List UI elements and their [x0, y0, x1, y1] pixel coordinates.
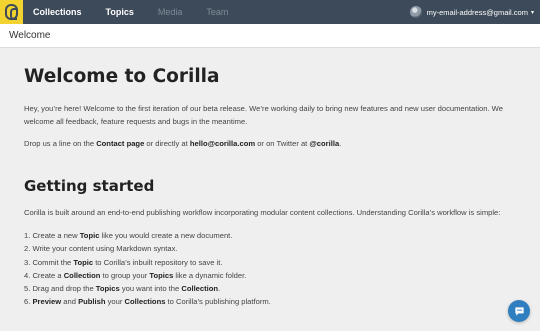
account-email: my-email-address@gmail.com: [426, 7, 528, 17]
list-item: 3. Commit the Topic to Corilla’s inbuilt…: [24, 257, 223, 267]
nav-item-media[interactable]: Media: [158, 7, 183, 17]
chat-button[interactable]: [508, 300, 530, 322]
avatar: [409, 6, 422, 18]
page-header: Welcome: [0, 24, 540, 48]
workflow-intro: Corilla is built around an end-to-end pu…: [24, 208, 501, 217]
main-nav: Collections Topics Media Team: [33, 0, 252, 24]
workflow-steps: 1. Create a new Topic like you would cre…: [24, 229, 524, 309]
list-item: 4. Create a Collection to group your Top…: [24, 270, 247, 280]
list-item: 5. Drag and drop the Topics you want int…: [24, 284, 221, 294]
intro-paragraph: Hey, you’re here! Welcome to the first i…: [24, 104, 503, 126]
corilla-logo-icon[interactable]: [0, 0, 23, 24]
welcome-heading: Welcome to Corilla: [24, 66, 220, 87]
top-navigation-bar: Collections Topics Media Team my-email-a…: [0, 0, 540, 24]
list-item: 1. Create a new Topic like you would cre…: [24, 231, 233, 240]
page-title: Welcome: [9, 30, 51, 41]
twitter-link[interactable]: @corilla: [309, 139, 339, 148]
welcome-content: Welcome to Corilla Hey, you’re here! Wel…: [24, 64, 524, 309]
chat-bubble-icon: [514, 306, 524, 316]
list-item: 2. Write your content using Markdown syn…: [24, 244, 178, 254]
getting-started-heading: Getting started: [24, 177, 155, 195]
nav-item-topics[interactable]: Topics: [106, 7, 134, 17]
chevron-down-icon: ▾: [530, 9, 534, 16]
email-link[interactable]: hello@corilla.com: [190, 139, 255, 148]
contact-page-link[interactable]: Contact page: [96, 139, 144, 148]
nav-item-team[interactable]: Team: [206, 7, 228, 17]
nav-item-collections[interactable]: Collections: [33, 7, 82, 17]
contact-paragraph: Drop us a line on the Contact page or di…: [24, 139, 342, 148]
list-item: 6. Preview and Publish your Collections …: [24, 297, 271, 307]
account-menu[interactable]: my-email-address@gmail.com ▾: [409, 0, 534, 24]
